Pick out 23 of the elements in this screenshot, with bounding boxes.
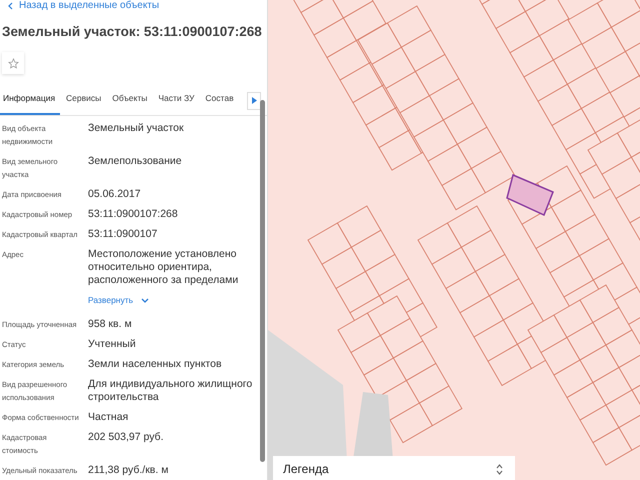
tab[interactable]: Сервисы <box>63 86 106 115</box>
back-link[interactable]: Назад в выделенные объекты <box>0 0 160 12</box>
legend-select[interactable]: Легенда <box>273 456 515 480</box>
property-value: 53:11:0900107:268 <box>88 208 178 221</box>
property-value: 202 503,97 руб. <box>88 431 164 445</box>
property-value: Земли населенных пунктов <box>88 358 222 371</box>
property-value: Учтенный <box>88 338 136 351</box>
property-value: Для индивидуального жилищного строительства <box>88 378 254 404</box>
property-value: Земельный участок <box>88 122 184 136</box>
property-value: Частная <box>88 411 128 424</box>
tab[interactable]: Состав <box>202 86 239 115</box>
legend-label: Легенда <box>283 461 329 478</box>
property-value: 958 кв. м <box>88 318 132 331</box>
property-value: 05.06.2017 <box>88 188 141 201</box>
property-value: Местоположение установлено относительно ориентира, расположенного за пределами <box>88 248 240 287</box>
property-value: 211,38 руб./кв. м <box>88 464 168 477</box>
tab[interactable]: Информация <box>0 86 60 115</box>
page-title: Земельный участок: 53:11:0900107:268 <box>2 23 263 41</box>
property-value: 53:11:0900107 <box>88 228 158 241</box>
tab[interactable]: Объекты <box>109 86 152 115</box>
property-value: Землепользование <box>88 155 182 169</box>
tab[interactable]: Части ЗУ <box>155 86 200 115</box>
expand-link[interactable]: Развернуть <box>88 294 150 307</box>
